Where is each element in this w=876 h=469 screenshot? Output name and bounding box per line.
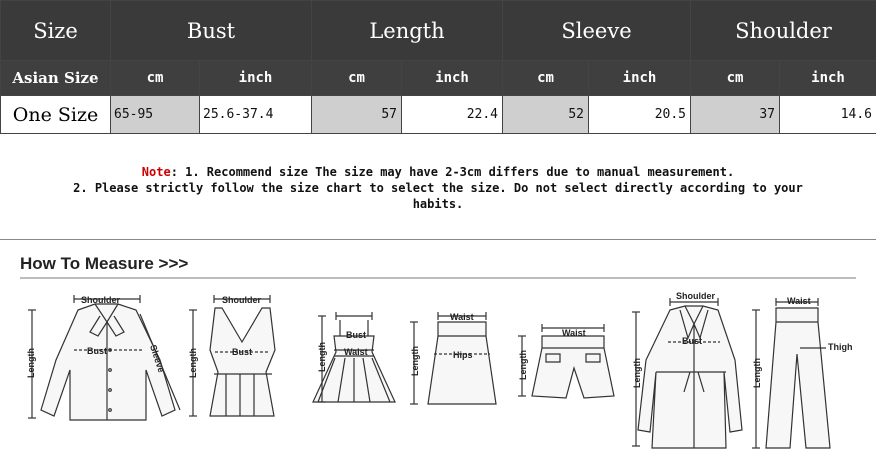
size-value: One Size	[0, 95, 111, 134]
size-chart-sheet: Size Bust Length Sleeve Shoulder Asian S…	[0, 0, 876, 469]
label-length: Length	[518, 350, 528, 380]
label-waist: Waist	[562, 328, 586, 338]
label-bust: Bust	[346, 330, 366, 340]
subheader-unit: inch	[779, 60, 876, 96]
how-to-measure-title: How To Measure >>>	[20, 254, 189, 273]
note-line-1: Note: 1. Recommend size The size may hav…	[141, 165, 735, 179]
label-thigh: Thigh	[828, 342, 853, 352]
subheader-unit: inch	[588, 60, 691, 96]
label-length: Length	[26, 348, 36, 378]
label-bust: Bust	[682, 336, 702, 346]
label-length: Length	[632, 358, 642, 388]
label-length: Length	[317, 342, 327, 372]
subheader-unit: cm	[502, 60, 589, 96]
shoulder-cm-value: 37	[690, 95, 780, 134]
label-shoulder: Shoulder	[81, 295, 120, 305]
subheader-unit: cm	[690, 60, 780, 96]
sleeve-cm-value: 52	[502, 95, 589, 134]
measure-illustrations: Shoulder Bust Length Sleeve Shoulder Bus…	[26, 291, 853, 449]
label-length: Length	[752, 358, 762, 388]
subheader-unit: cm	[311, 60, 402, 96]
length-cm-value: 57	[311, 95, 402, 134]
coat-figure	[632, 298, 743, 449]
size-table: Size Bust Length Sleeve Shoulder Asian S…	[0, 0, 876, 134]
header-row: Size Bust Length Sleeve Shoulder	[0, 0, 876, 61]
header-size: Size	[0, 0, 111, 61]
subheader-unit: inch	[401, 60, 503, 96]
label-waist: Waist	[450, 312, 474, 322]
header-sleeve: Sleeve	[502, 0, 691, 61]
note-line-3: habits.	[412, 197, 464, 211]
label-bust: Bust	[87, 346, 107, 356]
bust-inch-value: 25.6-37.4	[199, 95, 312, 134]
header-length: Length	[311, 0, 503, 61]
label-waist: Waist	[344, 347, 368, 357]
header-shoulder: Shoulder	[690, 0, 876, 61]
subheader-unit: cm	[110, 60, 200, 96]
subheader-asian-size: Asian Size	[0, 60, 111, 96]
label-shoulder: Shoulder	[676, 291, 715, 301]
label-shoulder: Shoulder	[222, 295, 261, 305]
measurement-note: Note: 1. Recommend size The size may hav…	[0, 134, 876, 240]
note-label: Note	[141, 165, 171, 179]
unit-row: Asian Size cm inch cm inch cm inch cm in…	[0, 60, 876, 96]
header-bust: Bust	[110, 0, 312, 61]
sleeve-inch-value: 20.5	[588, 95, 691, 134]
label-hips: Hips	[453, 350, 473, 360]
table-row: One Size 65-95 25.6-37.4 57 22.4 52 20.5…	[0, 95, 876, 134]
label-waist: Waist	[787, 296, 811, 306]
label-length: Length	[410, 346, 420, 376]
note-line-2: 2. Please strictly follow the size chart…	[73, 181, 803, 195]
label-length: Length	[188, 348, 198, 378]
title-divider	[20, 277, 856, 279]
shoulder-inch-value: 14.6	[779, 95, 876, 134]
bust-cm-value: 65-95	[110, 95, 200, 134]
length-inch-value: 22.4	[401, 95, 503, 134]
pants-figure	[752, 298, 831, 449]
subheader-unit: inch	[199, 60, 312, 96]
label-bust: Bust	[232, 347, 252, 357]
